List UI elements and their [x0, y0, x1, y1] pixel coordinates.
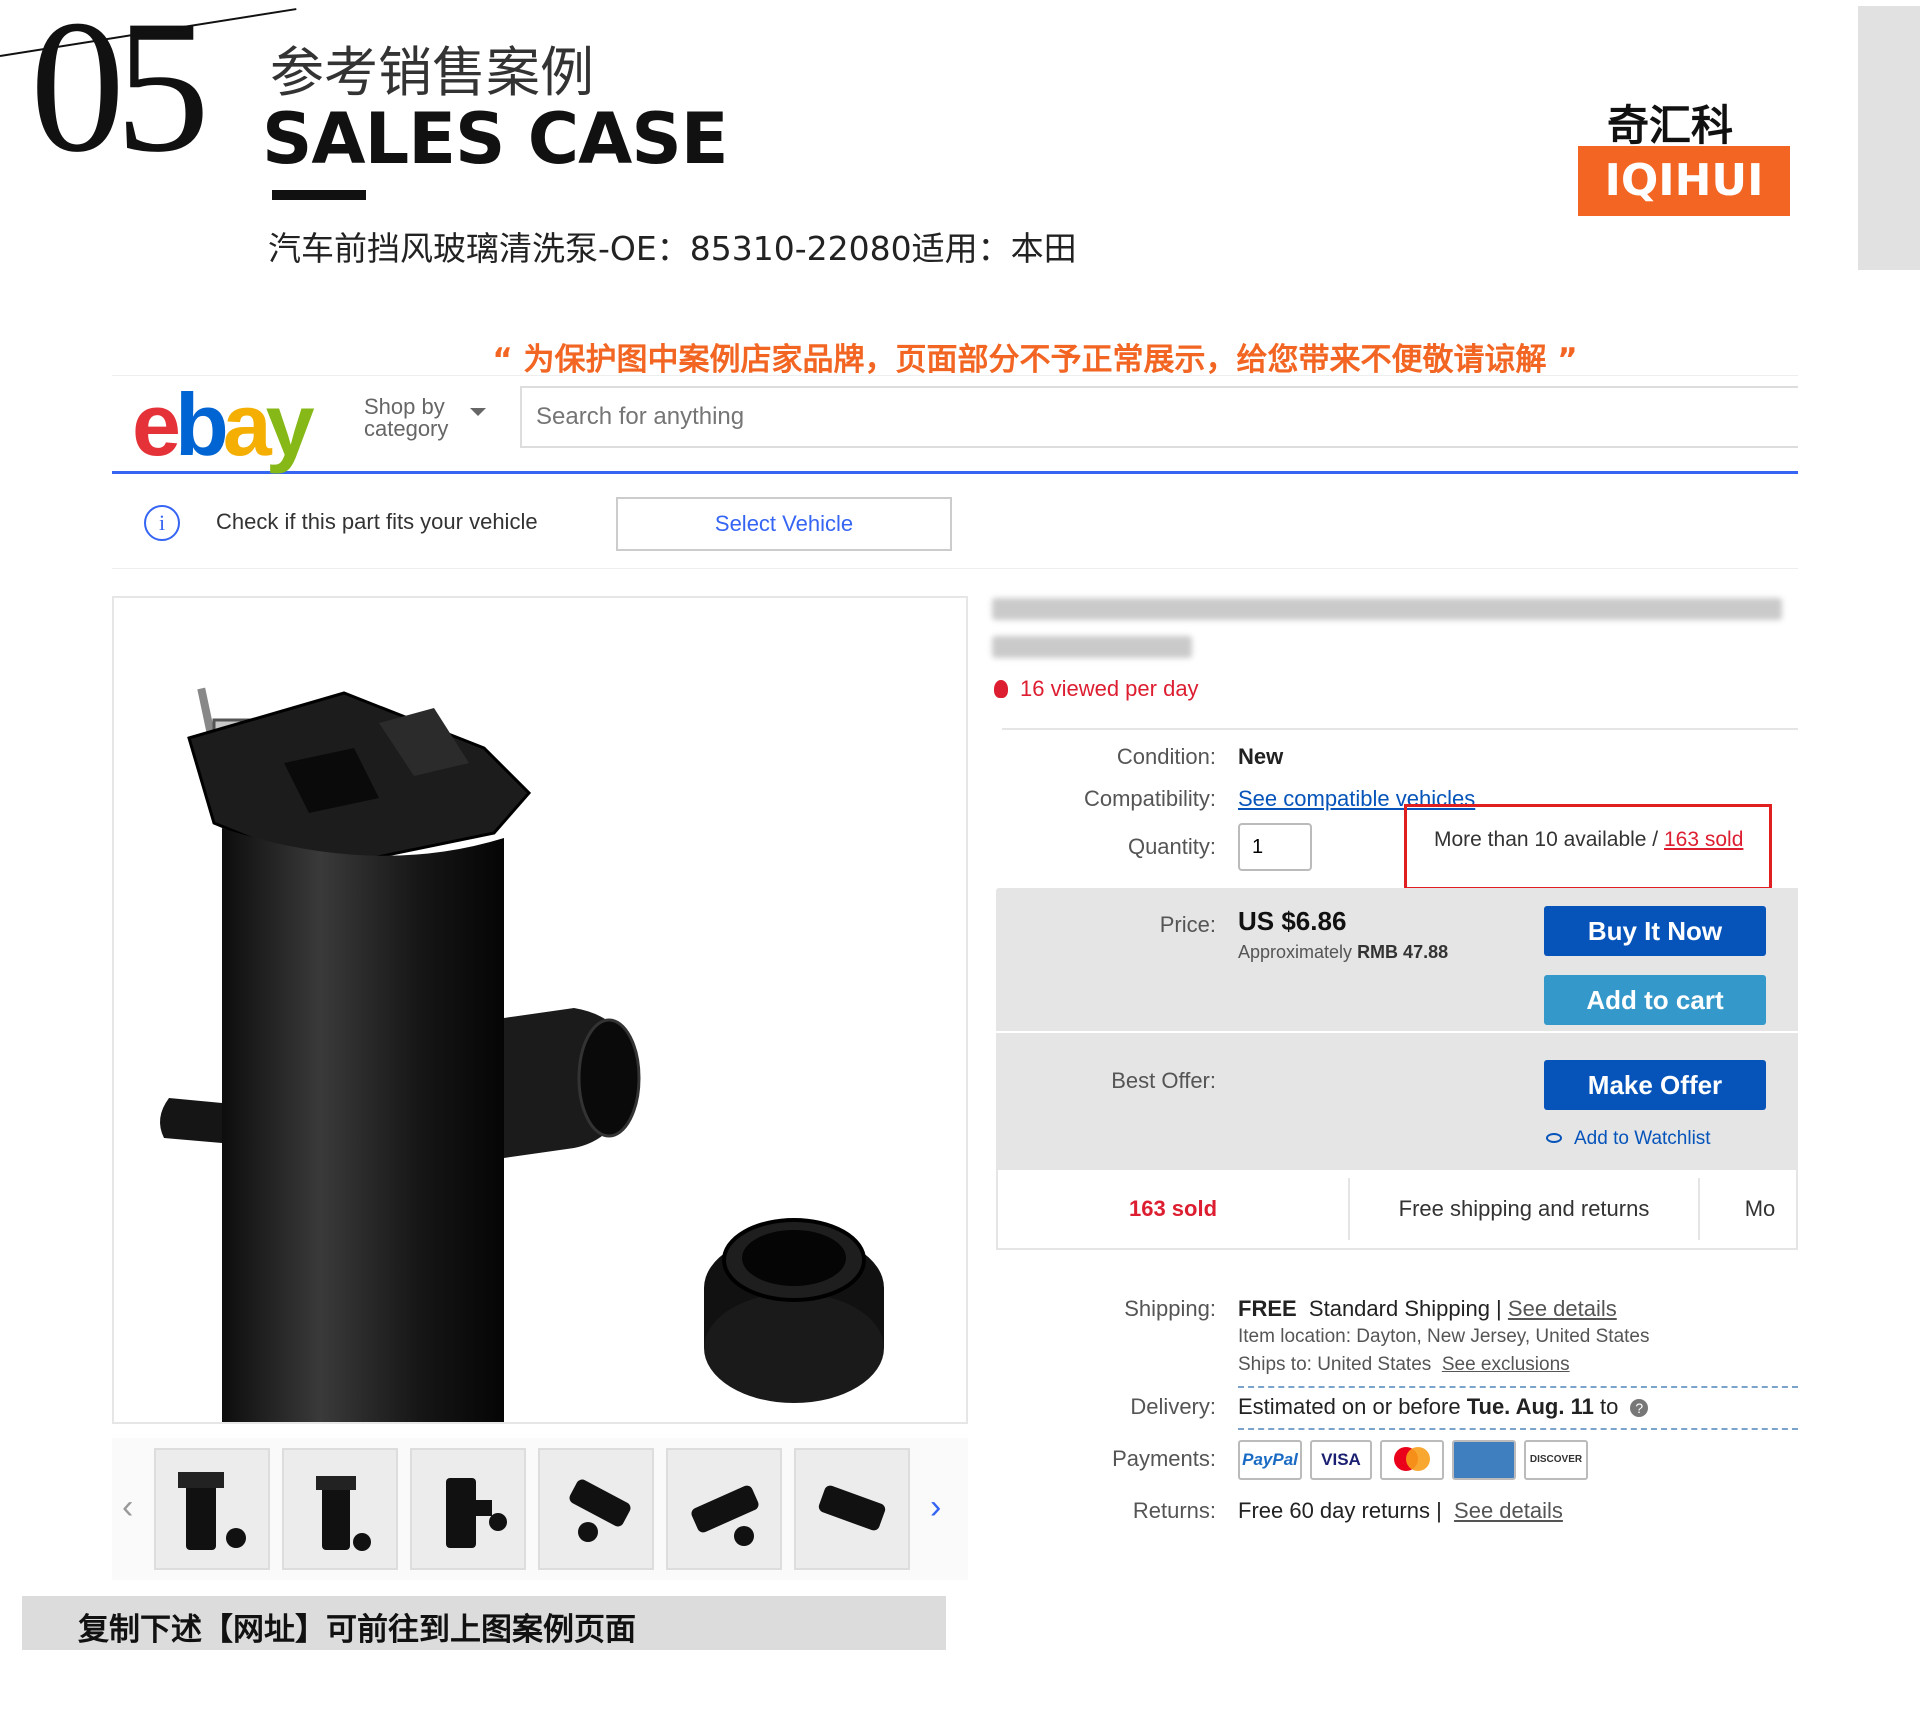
- chevron-right-icon[interactable]: ›: [930, 1488, 941, 1527]
- shipping-label: Shipping:: [1124, 1296, 1216, 1321]
- thumbnail[interactable]: [666, 1448, 782, 1570]
- brand-name-en: IQIHUI: [1578, 146, 1790, 216]
- quantity-label: Quantity:: [1127, 834, 1216, 859]
- privacy-notice: “ 为保护图中案例店家品牌，页面部分不予正常展示，给您带来不便敬请谅解 ”: [492, 342, 1578, 378]
- shop-by-category-button[interactable]: Shop by category: [364, 396, 486, 440]
- copy-url-instruction: 复制下述【网址】可前往到上图案例页面: [78, 1612, 636, 1648]
- thumbnail[interactable]: [154, 1448, 270, 1570]
- stat-free-shipping: Free shipping and returns: [1398, 1196, 1650, 1221]
- product-description: 汽车前挡风玻璃清洗泵-OE：85310-22080适用：本田: [268, 229, 1077, 268]
- ships-to: Ships to: United States See exclusions: [1238, 1354, 1570, 1375]
- item-location: Item location: Dayton, New Jersey, Unite…: [1238, 1326, 1650, 1347]
- search-input[interactable]: [522, 388, 1798, 446]
- stat-sold: 163 sold: [1128, 1196, 1218, 1221]
- listing-stats-bar: 163 sold Free shipping and returns Mo: [996, 1170, 1798, 1250]
- thumbnail[interactable]: [794, 1448, 910, 1570]
- side-decoration: [1858, 6, 1920, 270]
- fitment-prompt: Check if this part fits your vehicle: [216, 509, 538, 534]
- discover-icon: DISCOVER: [1524, 1440, 1588, 1480]
- ebay-header: ebay Shop by category: [112, 376, 1798, 474]
- delivery-estimate: Estimated on or before Tue. Aug. 11 to?: [1238, 1394, 1649, 1420]
- thumbnail[interactable]: [282, 1448, 398, 1570]
- product-main-image[interactable]: [112, 596, 968, 1458]
- chevron-down-icon: [470, 408, 486, 416]
- eye-icon: [1546, 1133, 1562, 1143]
- washer-pump-image: [160, 687, 884, 1458]
- price-value: US $6.86: [1238, 906, 1347, 936]
- highlight-box: [1404, 804, 1772, 890]
- thumbnail-strip: ‹ ›: [112, 1438, 968, 1580]
- returns-value: Free 60 day returns | See details: [1238, 1498, 1563, 1523]
- amex-icon: [1452, 1440, 1516, 1480]
- best-offer-label: Best Offer:: [1111, 1068, 1216, 1093]
- fire-icon: [994, 680, 1008, 698]
- stat-more: Mo: [1744, 1196, 1776, 1221]
- mastercard-icon: [1380, 1440, 1444, 1480]
- title-underline: [272, 190, 366, 200]
- delivery-label: Delivery:: [1130, 1394, 1216, 1419]
- quantity-input[interactable]: [1238, 823, 1312, 871]
- divider: [1002, 728, 1798, 730]
- listing-title-blurred: [992, 598, 1792, 674]
- dashed-divider: [1238, 1386, 1798, 1388]
- returns-label: Returns:: [1132, 1498, 1216, 1523]
- price-panel-divider: [996, 1031, 1798, 1033]
- price-label: Price:: [1159, 912, 1216, 937]
- visa-icon: VISA: [1310, 1440, 1372, 1480]
- ebay-logo[interactable]: ebay: [132, 376, 315, 474]
- condition-label: Condition:: [1116, 744, 1216, 769]
- buy-it-now-button[interactable]: Buy It Now: [1544, 906, 1766, 956]
- search-box[interactable]: [520, 386, 1798, 448]
- add-to-cart-button[interactable]: Add to cart: [1544, 975, 1766, 1025]
- thumbnail[interactable]: [538, 1448, 654, 1570]
- info-icon: i: [144, 505, 180, 541]
- shipping-value: FREE Standard Shipping | See details: [1238, 1296, 1617, 1321]
- see-exclusions-link[interactable]: See exclusions: [1442, 1354, 1570, 1375]
- returns-details-link[interactable]: See details: [1454, 1498, 1563, 1523]
- thumbnail[interactable]: [410, 1448, 526, 1570]
- add-to-watchlist-link[interactable]: Add to Watchlist: [1546, 1128, 1711, 1150]
- shipping-details-link[interactable]: See details: [1508, 1296, 1617, 1321]
- approx-price: Approximately RMB 47.88: [1238, 942, 1449, 962]
- fitment-bar: i Check if this part fits your vehicle S…: [112, 477, 1798, 569]
- help-icon[interactable]: ?: [1630, 1399, 1649, 1417]
- views-indicator: 16 viewed per day: [994, 676, 1199, 702]
- dashed-divider: [1238, 1428, 1798, 1430]
- section-subtitle-cn: 参考销售案例: [270, 41, 594, 104]
- compatibility-label: Compatibility:: [1083, 786, 1216, 811]
- section-title-en: SALES CASE: [262, 98, 729, 180]
- chevron-left-icon[interactable]: ‹: [122, 1488, 133, 1527]
- paypal-icon: PayPal: [1238, 1440, 1302, 1480]
- payments-label: Payments:: [1112, 1446, 1216, 1471]
- select-vehicle-button[interactable]: Select Vehicle: [616, 497, 952, 551]
- make-offer-button[interactable]: Make Offer: [1544, 1060, 1766, 1110]
- ebay-listing-screenshot: ebay Shop by category i Check if this pa…: [112, 375, 1798, 1580]
- condition-value: New: [1238, 744, 1284, 769]
- section-number: 05: [30, 0, 210, 192]
